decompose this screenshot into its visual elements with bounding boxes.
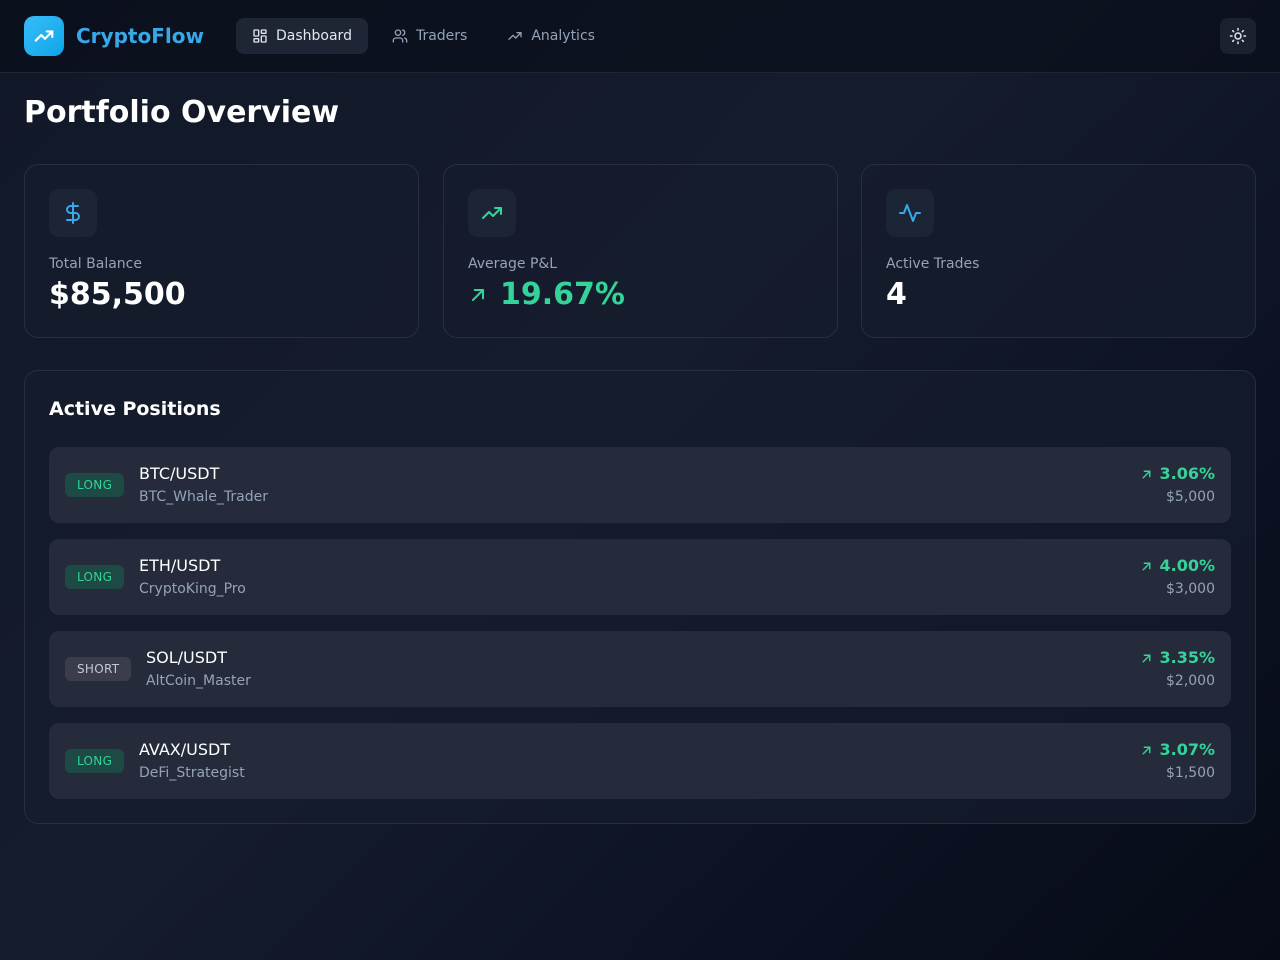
panel-title: Active Positions [49,398,221,420]
pnl-value: 3.06% [1140,464,1215,484]
sun-icon [1229,27,1247,45]
nav-item-analytics[interactable]: Analytics [491,18,611,54]
trending-up-icon [482,207,502,219]
pnl-text: 4.00% [1159,556,1215,575]
trending-up-icon [508,31,523,40]
side-badge: SHORT [65,657,132,681]
trending-up-icon [34,30,54,42]
position-amount: $1,500 [1166,765,1215,781]
position-amount: $5,000 [1166,489,1215,505]
side-badge: LONG [65,565,125,589]
stat-label: Total Balance [49,256,142,272]
stat-card-active-trades: Active Trades 4 [861,164,1256,338]
stat-value: 19.67% [468,275,625,315]
pair-name: BTC/USDT [139,464,220,483]
stat-card-average-pnl: Average P&L 19.67% [443,164,838,338]
active-positions-panel: Active Positions LONG BTC/USDT BTC_Whale… [24,370,1256,824]
page-title: Portfolio Overview [24,95,340,130]
trader-name: CryptoKing_Pro [139,581,246,597]
pnl-value: 4.00% [1140,556,1215,576]
pnl-value: 3.35% [1140,648,1215,668]
nav-item-label: Dashboard [276,28,352,44]
arrow-up-right-icon [472,289,484,301]
position-amount: $2,000 [1166,673,1215,689]
stat-value-text: $85,500 [49,277,186,312]
theme-toggle-button[interactable] [1220,18,1256,54]
top-navigation-bar: CryptoFlow Dashboard Traders Analytics [0,0,1280,73]
arrow-up-right-icon [1143,562,1151,570]
brand-name[interactable]: CryptoFlow [76,22,204,50]
logo[interactable] [24,16,64,56]
stat-value-text: 4 [886,277,907,312]
arrow-up-right-icon [1143,746,1151,754]
stat-value: 4 [886,275,907,315]
nav-item-traders[interactable]: Traders [376,18,483,54]
pnl-text: 3.06% [1159,464,1215,483]
pnl-text: 3.07% [1159,740,1215,759]
nav-item-label: Analytics [531,28,595,44]
stat-label: Average P&L [468,256,558,272]
nav-item-label: Traders [415,28,468,44]
arrow-up-right-icon [1143,470,1151,478]
pair-name: SOL/USDT [146,648,228,667]
position-amount: $3,000 [1166,581,1215,597]
side-badge: LONG [65,473,125,497]
nav-item-dashboard[interactable]: Dashboard [236,18,368,54]
stat-card-total-balance: Total Balance $85,500 [24,164,419,338]
trader-name: AltCoin_Master [146,673,251,689]
pnl-text: 3.35% [1159,648,1215,667]
position-row[interactable]: LONG BTC/USDT BTC_Whale_Trader 3.06% $5,… [49,447,1231,523]
trader-name: BTC_Whale_Trader [139,489,268,505]
position-row[interactable]: SHORT SOL/USDT AltCoin_Master 3.35% $2,0… [49,631,1231,707]
stat-value: $85,500 [49,275,186,315]
position-row[interactable]: LONG ETH/USDT CryptoKing_Pro 4.00% $3,00… [49,539,1231,615]
grid-icon [253,29,267,43]
pair-name: ETH/USDT [139,556,221,575]
activity-icon [899,204,921,222]
pair-name: AVAX/USDT [139,740,231,759]
main-nav: Dashboard Traders Analytics [236,18,611,54]
dollar-icon [66,202,80,224]
positions-list: LONG BTC/USDT BTC_Whale_Trader 3.06% $5,… [49,447,1231,815]
trader-name: DeFi_Strategist [139,765,245,781]
stat-label: Active Trades [886,256,980,272]
stat-value-text: 19.67% [500,277,625,312]
position-row[interactable]: LONG AVAX/USDT DeFi_Strategist 3.07% $1,… [49,723,1231,799]
side-badge: LONG [65,749,125,773]
arrow-up-right-icon [1143,654,1151,662]
stat-icon-box [468,189,516,237]
pnl-value: 3.07% [1140,740,1215,760]
users-icon [392,29,408,43]
stat-icon-box [49,189,97,237]
stat-icon-box [886,189,934,237]
